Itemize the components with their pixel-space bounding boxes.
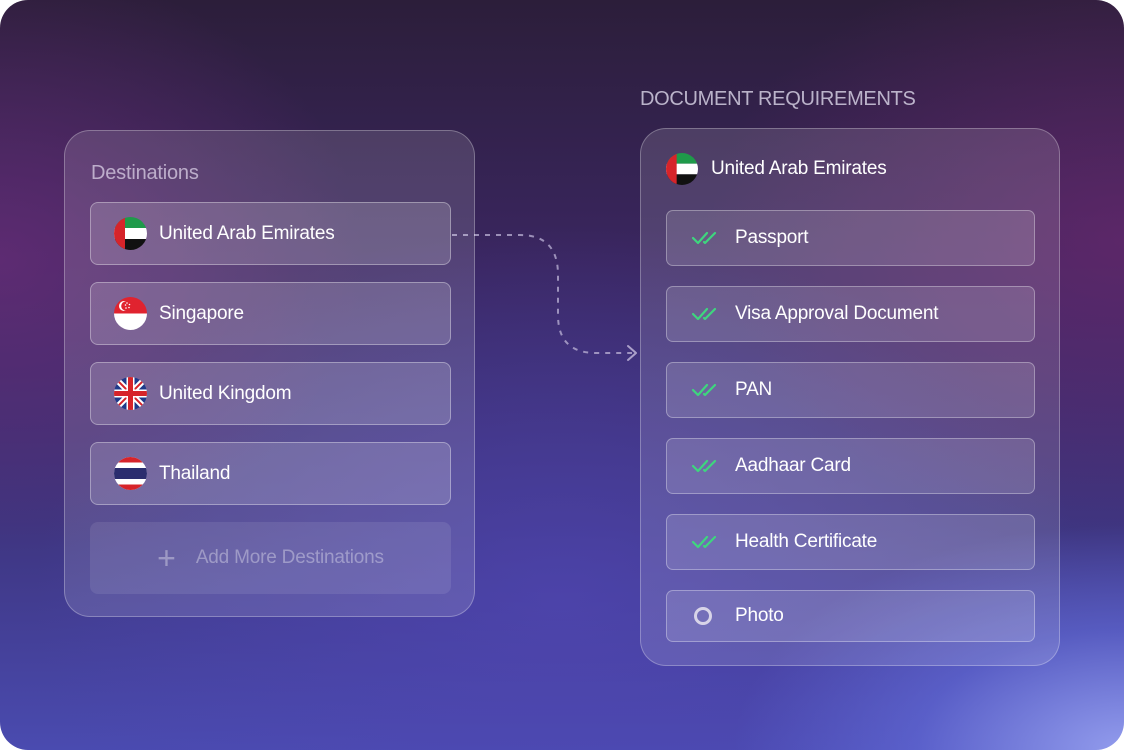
- destination-label: United Arab Emirates: [159, 222, 335, 244]
- double-check-icon: [691, 535, 717, 549]
- requirement-label: PAN: [735, 379, 773, 400]
- requirement-item-health[interactable]: Health Certificate: [666, 514, 1035, 570]
- requirements-country-label: United Arab Emirates: [711, 158, 887, 179]
- singapore-flag-icon: [114, 297, 147, 330]
- uae-flag-icon: [666, 153, 698, 185]
- requirement-label: Visa Approval Document: [735, 303, 939, 324]
- destination-item-thailand[interactable]: Thailand: [90, 442, 451, 505]
- destination-item-uae[interactable]: United Arab Emirates: [90, 202, 451, 265]
- uae-flag-icon: [114, 217, 147, 250]
- destinations-title: Destinations: [91, 162, 199, 184]
- double-check-icon: [691, 307, 717, 321]
- plus-icon: +: [157, 540, 176, 576]
- destination-label: Singapore: [159, 302, 244, 324]
- destination-item-uk[interactable]: United Kingdom: [90, 362, 451, 425]
- destination-label: United Kingdom: [159, 382, 292, 404]
- requirement-label: Aadhaar Card: [735, 455, 851, 476]
- thailand-flag-icon: [114, 457, 147, 490]
- double-check-icon: [691, 383, 717, 397]
- requirement-item-visa[interactable]: Visa Approval Document: [666, 286, 1035, 342]
- uk-flag-icon: [114, 377, 147, 410]
- add-destination-button[interactable]: + Add More Destinations: [90, 522, 451, 594]
- requirement-item-aadhaar[interactable]: Aadhaar Card: [666, 438, 1035, 494]
- destinations-panel: Destinations United Arab Emirates Singap…: [64, 130, 475, 617]
- requirements-heading: DOCUMENT REQUIREMENTS: [640, 88, 916, 110]
- circle-icon: [694, 607, 712, 625]
- add-destination-label: Add More Destinations: [195, 547, 384, 568]
- requirement-label: Health Certificate: [735, 531, 878, 552]
- requirement-label: Passport: [735, 227, 809, 248]
- destination-label: Thailand: [159, 462, 231, 484]
- requirements-country: United Arab Emirates: [666, 153, 887, 185]
- requirement-label: Photo: [735, 605, 784, 626]
- background: Destinations United Arab Emirates Singap…: [0, 0, 1124, 750]
- destination-item-singapore[interactable]: Singapore: [90, 282, 451, 345]
- double-check-icon: [691, 231, 717, 245]
- requirement-item-passport[interactable]: Passport: [666, 210, 1035, 266]
- double-check-icon: [691, 459, 717, 473]
- requirement-item-pan[interactable]: PAN: [666, 362, 1035, 418]
- requirements-panel: United Arab Emirates Passport Visa Appro…: [640, 128, 1060, 666]
- requirement-item-photo[interactable]: Photo: [666, 590, 1035, 642]
